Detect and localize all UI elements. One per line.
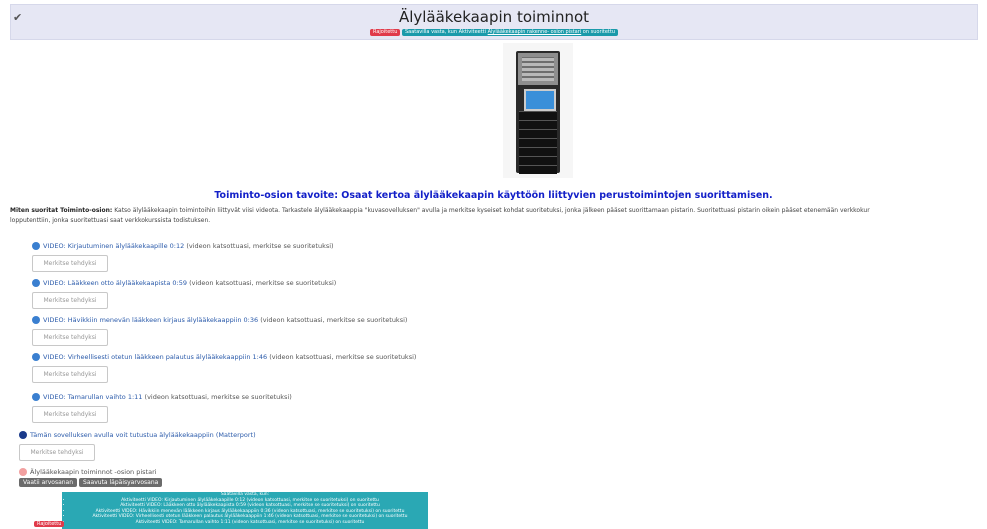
activity-note: (videon katsottuasi, merkitse se suorite… bbox=[269, 353, 417, 361]
requires-grade-badge: Vaatii arvosanan bbox=[19, 478, 78, 487]
mark-done-button[interactable]: Merkitse tehdyksi bbox=[32, 366, 108, 383]
activity-quiz: Älylääkekaapin toiminnot -osion pistari bbox=[19, 465, 157, 479]
mark-done-button[interactable]: Merkitse tehdyksi bbox=[32, 255, 108, 272]
activity-video-5: VIDEO: Tamarullan vaihto 1:11 (videon ka… bbox=[32, 390, 292, 423]
passing-grade-badge: Saavuta läpäisyarvosana bbox=[79, 478, 163, 487]
restriction-activity: Aktiviteetti bbox=[458, 29, 487, 35]
activity-note: (videon katsottuasi, merkitse se suorite… bbox=[260, 316, 408, 324]
restriction-badges: Rajoitettu Saatavilla vasta, kun Aktivit… bbox=[11, 29, 977, 36]
section-header: ✔ Älylääkekaapin toiminnot Rajoitettu Sa… bbox=[10, 4, 978, 40]
video-icon bbox=[32, 279, 40, 287]
activity-video-1: VIDEO: Kirjautuminen älylääkekaapille 0:… bbox=[32, 239, 334, 272]
instructions: Miten suoritat Toiminto-osion: Katso äly… bbox=[10, 206, 980, 226]
mark-done-button[interactable]: Merkitse tehdyksi bbox=[32, 329, 108, 346]
restriction-list-box: Saatavilla vasta, kun: Aktiviteetti VIDE… bbox=[62, 492, 428, 529]
mark-done-button[interactable]: Merkitse tehdyksi bbox=[19, 444, 95, 461]
video-icon bbox=[32, 393, 40, 401]
activity-link[interactable]: VIDEO: Lääkkeen otto älylääkekaapista 0:… bbox=[43, 279, 187, 287]
restricted-badge: Rajoitettu bbox=[369, 29, 401, 36]
quiz-icon bbox=[19, 468, 27, 476]
activity-link[interactable]: VIDEO: Kirjautuminen älylääkekaapille 0:… bbox=[43, 242, 184, 250]
quiz-requirements: Vaatii arvosanan Saavuta läpäisyarvosana bbox=[19, 478, 164, 487]
instructions-text-2: lopputenttiin, jonka suoritettuasi saat … bbox=[10, 217, 211, 224]
instructions-lead: Miten suoritat Toiminto-osion: bbox=[10, 207, 113, 214]
activity-note: (videon katsottuasi, merkitse se suorite… bbox=[186, 242, 334, 250]
restriction-prefix: Saatavilla vasta, kun bbox=[404, 29, 457, 35]
restricted-badge-bottom: Rajoitettu bbox=[34, 521, 65, 527]
mark-done-button[interactable]: Merkitse tehdyksi bbox=[32, 406, 108, 423]
section-title: Älylääkekaapin toiminnot bbox=[398, 8, 590, 26]
section-goal: Toiminto-osion tavoite: Osaat kertoa äly… bbox=[214, 190, 773, 201]
restriction-link[interactable]: Älylääkekaapin rakenne- osion pistari bbox=[488, 29, 582, 35]
restriction-item: Aktiviteetti VIDEO: Tamarullan vaihto 1:… bbox=[72, 520, 428, 526]
quiz-label: Älylääkekaapin toiminnot -osion pistari bbox=[30, 468, 157, 476]
activity-video-3: VIDEO: Hävikkiin menevän lääkkeen kirjau… bbox=[32, 313, 407, 346]
restriction-item: Aktiviteetti VIDEO: Lääkkeen otto älylää… bbox=[72, 503, 428, 509]
activity-matterport: Tämän sovelluksen avulla voit tutustua ä… bbox=[19, 428, 256, 461]
video-icon bbox=[32, 353, 40, 361]
activity-link[interactable]: VIDEO: Hävikkiin menevän lääkkeen kirjau… bbox=[43, 316, 258, 324]
video-icon bbox=[32, 242, 40, 250]
activity-video-2: VIDEO: Lääkkeen otto älylääkekaapista 0:… bbox=[32, 276, 336, 309]
mark-done-button[interactable]: Merkitse tehdyksi bbox=[32, 292, 108, 309]
activity-video-4: VIDEO: Virheellisesti otetun lääkkeen pa… bbox=[32, 350, 416, 383]
video-icon bbox=[32, 316, 40, 324]
activity-link[interactable]: VIDEO: Tamarullan vaihto 1:11 bbox=[43, 393, 142, 401]
activity-note: (videon katsottuasi, merkitse se suorite… bbox=[144, 393, 292, 401]
restriction-list: Aktiviteetti VIDEO: Kirjautuminen älylää… bbox=[62, 498, 428, 526]
cabinet-image bbox=[503, 43, 573, 178]
restriction-suffix: on suoritettu bbox=[582, 29, 616, 35]
activity-note: (videon katsottuasi, merkitse se suorite… bbox=[189, 279, 337, 287]
url-icon bbox=[19, 431, 27, 439]
activity-link[interactable]: Tämän sovelluksen avulla voit tutustua ä… bbox=[30, 431, 256, 439]
instructions-text: Katso älylääkekaapin toimintoihin liitty… bbox=[114, 207, 870, 214]
restriction-info-badge: Saatavilla vasta, kun Aktiviteetti Älylä… bbox=[401, 29, 619, 36]
activity-link[interactable]: VIDEO: Virheellisesti otetun lääkkeen pa… bbox=[43, 353, 267, 361]
